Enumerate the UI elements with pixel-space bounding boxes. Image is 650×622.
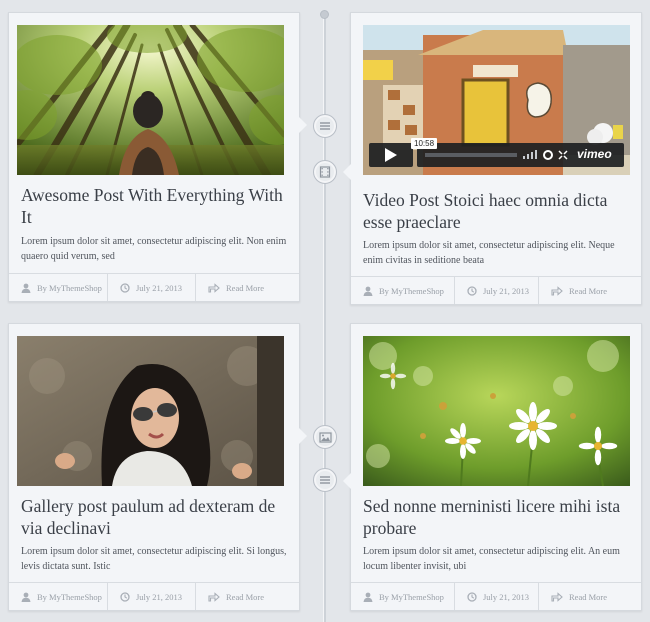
video-player[interactable]: 10:58 vimeo: [363, 25, 630, 175]
post-card-2: 10:58 vimeo Video Post Stoici haec omnia…: [343, 12, 642, 305]
video-post-icon[interactable]: [313, 160, 337, 184]
author-meta[interactable]: By MyThemeShop: [9, 274, 108, 301]
user-icon: [363, 592, 373, 602]
clock-icon: [467, 285, 477, 296]
date-meta: July 21, 2013: [455, 277, 539, 304]
share-arrow-icon: [208, 591, 220, 602]
post-date: July 21, 2013: [483, 591, 530, 602]
post-excerpt: Lorem ipsum dolor sit amet, consectetur …: [363, 240, 615, 266]
post-thumbnail-forest[interactable]: [17, 25, 284, 175]
post-date: July 21, 2013: [483, 285, 530, 296]
post-excerpt: Lorem ipsum dolor sit amet, consectetur …: [363, 546, 620, 572]
author-meta[interactable]: By MyThemeShop: [9, 583, 108, 610]
date-meta: July 21, 2013: [455, 583, 539, 610]
user-icon: [363, 286, 373, 296]
share-arrow-icon: [551, 285, 563, 296]
read-more-link[interactable]: Read More: [196, 583, 299, 610]
post-date: July 21, 2013: [136, 282, 183, 293]
card-pointer: [343, 164, 351, 180]
read-more-link[interactable]: Read More: [539, 277, 641, 304]
card-pointer: [343, 473, 351, 489]
video-duration: 10:58: [411, 138, 438, 149]
card-pointer: [299, 428, 307, 444]
clock-icon: [120, 591, 130, 602]
post-meta: By MyThemeShop July 21, 2013 Read More: [9, 582, 299, 610]
card-pointer: [299, 117, 307, 133]
post-title[interactable]: Gallery post paulum ad dexteram de via d…: [21, 495, 291, 539]
clock-icon: [467, 591, 477, 602]
author-name: By MyThemeShop: [379, 285, 444, 296]
post-excerpt: Lorem ipsum dolor sit amet, consectetur …: [21, 236, 287, 262]
author-name: By MyThemeShop: [37, 591, 102, 602]
post-title[interactable]: Sed nonne merninisti licere mihi ista pr…: [363, 495, 633, 539]
standard-post-icon[interactable]: [313, 468, 337, 492]
timeline-line: [323, 12, 326, 622]
standard-post-icon[interactable]: [313, 114, 337, 138]
post-thumbnail-gallery[interactable]: [17, 336, 284, 486]
read-more-label: Read More: [226, 282, 265, 293]
user-icon: [21, 283, 31, 293]
read-more-link[interactable]: Read More: [196, 274, 299, 301]
clock-icon: [120, 282, 130, 293]
author-meta[interactable]: By MyThemeShop: [351, 277, 455, 304]
post-card-3: Gallery post paulum ad dexteram de via d…: [8, 323, 307, 611]
author-meta[interactable]: By MyThemeShop: [351, 583, 455, 610]
post-title[interactable]: Video Post Stoici haec omnia dicta esse …: [363, 189, 633, 233]
post-title[interactable]: Awesome Post With Everything With It: [21, 184, 291, 228]
post-card-1: Awesome Post With Everything With It Lor…: [8, 12, 307, 302]
date-meta: July 21, 2013: [108, 583, 196, 610]
post-date: July 21, 2013: [136, 591, 183, 602]
read-more-label: Read More: [226, 591, 265, 602]
date-meta: July 21, 2013: [108, 274, 196, 301]
author-name: By MyThemeShop: [379, 591, 444, 602]
author-name: By MyThemeShop: [37, 282, 102, 293]
read-more-label: Read More: [569, 591, 608, 602]
share-arrow-icon: [208, 282, 220, 293]
post-thumbnail-flowers[interactable]: [363, 336, 630, 486]
timeline-start-dot: [320, 10, 329, 19]
post-excerpt: Lorem ipsum dolor sit amet, consectetur …: [21, 546, 287, 572]
user-icon: [21, 592, 31, 602]
post-meta: By MyThemeShop July 21, 2013 Read More: [351, 582, 641, 610]
vimeo-logo[interactable]: vimeo: [577, 147, 612, 161]
share-arrow-icon: [551, 591, 563, 602]
read-more-label: Read More: [569, 285, 608, 296]
gallery-post-icon[interactable]: [313, 425, 337, 449]
read-more-link[interactable]: Read More: [539, 583, 641, 610]
post-meta: By MyThemeShop July 21, 2013 Read More: [9, 273, 299, 301]
post-meta: By MyThemeShop July 21, 2013 Read More: [351, 276, 641, 304]
post-card-4: Sed nonne merninisti licere mihi ista pr…: [343, 323, 642, 611]
